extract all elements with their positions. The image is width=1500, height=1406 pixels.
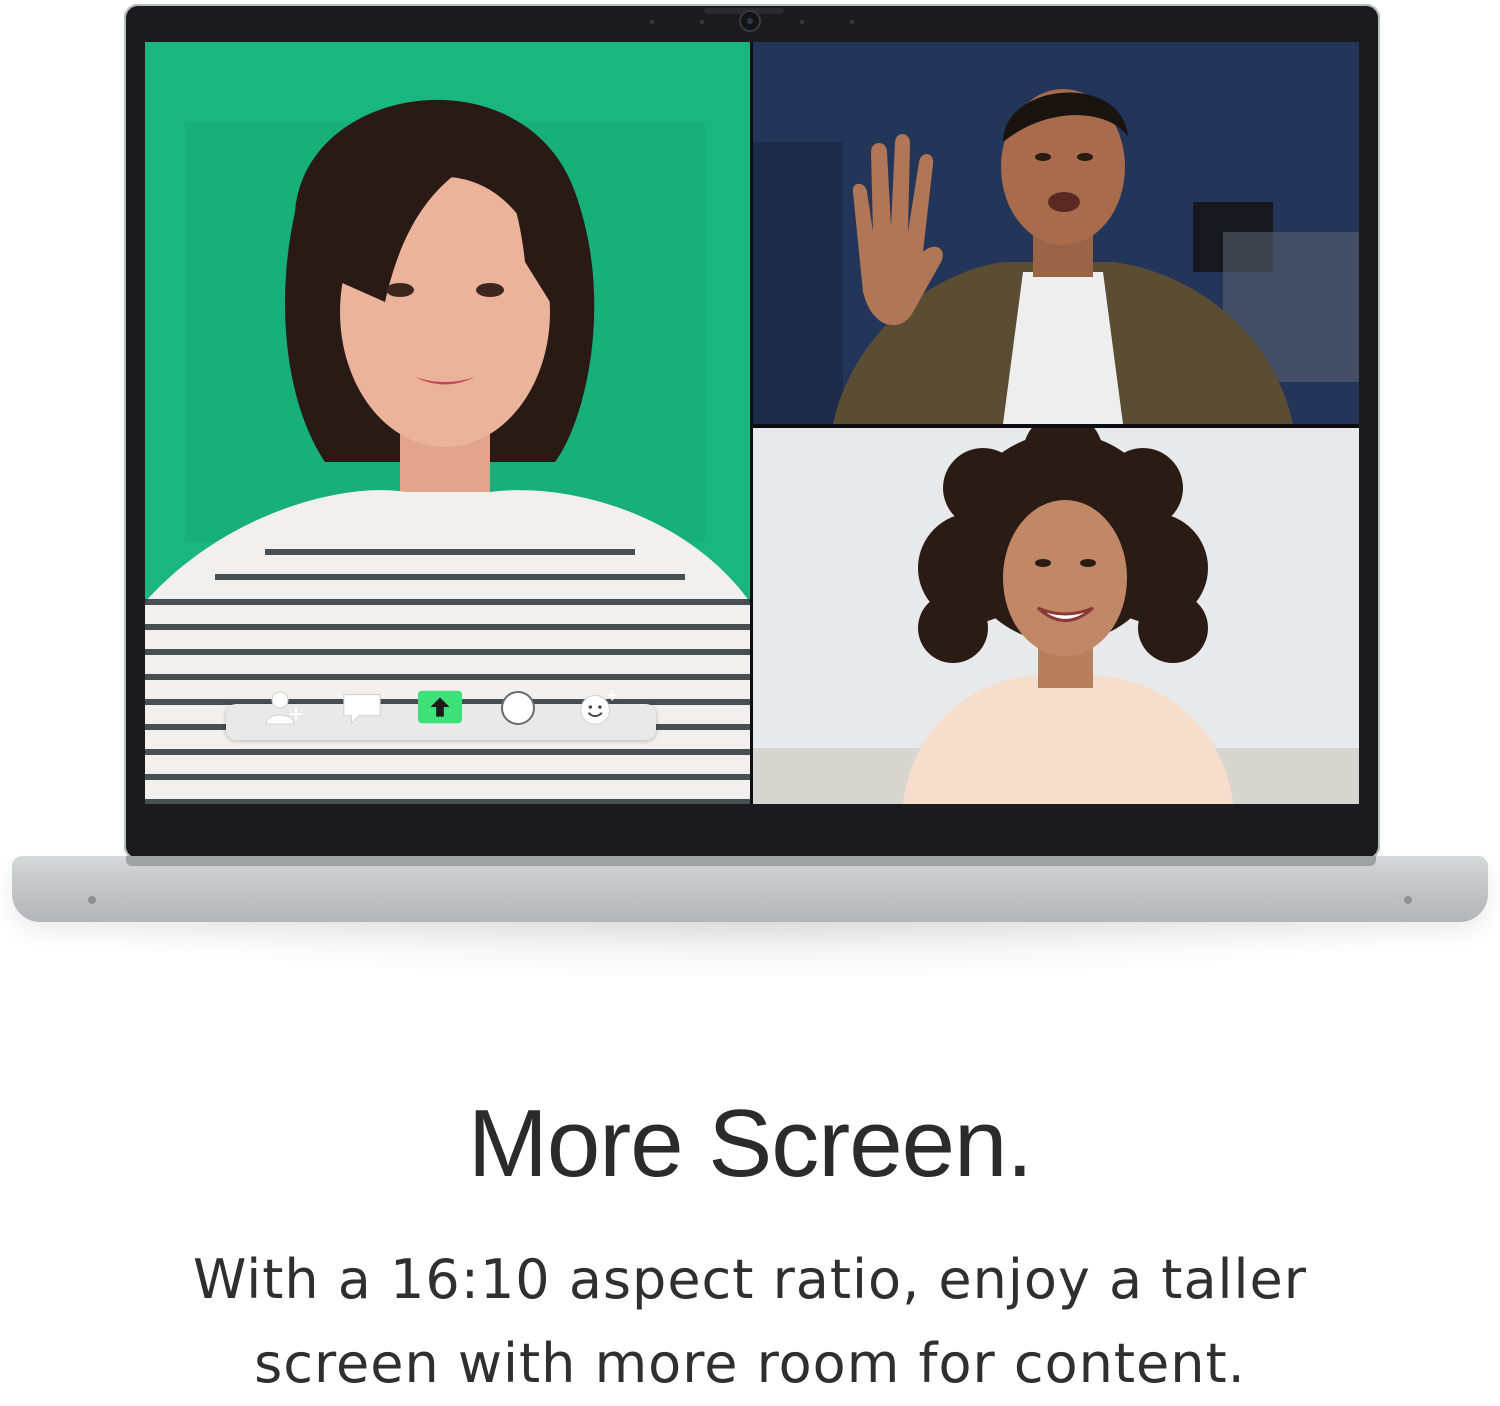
description: With a 16:10 aspect ratio, enjoy a talle…	[193, 1248, 1307, 1395]
laptop-screen	[145, 42, 1359, 804]
laptop-hinge	[126, 856, 1376, 866]
participant-tile-top[interactable]	[753, 42, 1359, 424]
laptop-shadow	[30, 922, 1470, 982]
participant-video-top	[753, 42, 1359, 424]
webcam-icon	[741, 12, 759, 30]
record-button[interactable]	[496, 686, 540, 730]
base-screw	[88, 896, 96, 904]
chat-button[interactable]	[340, 686, 384, 730]
chat-icon	[343, 694, 381, 725]
sensor-dot	[650, 20, 654, 24]
share-screen-button[interactable]	[418, 686, 462, 730]
add-reaction-icon	[580, 690, 618, 725]
record-icon	[501, 691, 535, 725]
sensor-dot	[800, 20, 804, 24]
participant-video-bottom	[753, 428, 1359, 804]
add-person-button[interactable]	[262, 686, 306, 730]
add-reaction-button[interactable]	[576, 686, 620, 730]
call-toolbar	[226, 690, 656, 740]
participant-tile-bottom[interactable]	[753, 428, 1359, 804]
sensor-dot	[850, 20, 854, 24]
add-person-icon	[265, 691, 302, 725]
sensor-dot	[700, 20, 704, 24]
laptop	[0, 0, 1500, 1000]
base-screw	[1404, 896, 1412, 904]
headline: More Screen.	[467, 1090, 1033, 1197]
share-screen-icon	[418, 690, 462, 724]
